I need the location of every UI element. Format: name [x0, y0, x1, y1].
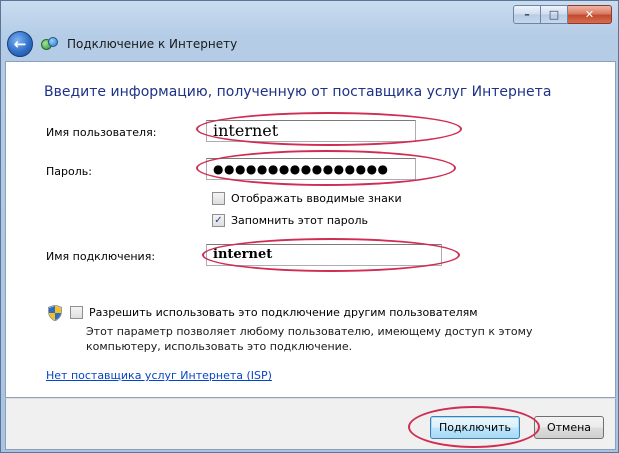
allow-others-label: Разрешить использовать это подключение д…	[89, 306, 478, 319]
navigation-bar: ← Подключение к Интернету	[5, 29, 616, 59]
network-globe-icon	[41, 36, 59, 52]
allow-others-note: Этот параметр позволяет любому пользоват…	[86, 325, 533, 353]
show-characters-row: Отображать вводимые знаки	[212, 192, 402, 205]
cancel-button[interactable]: Отмена	[534, 416, 604, 439]
allow-others-checkbox[interactable]	[70, 306, 83, 319]
minimize-button[interactable]: –	[513, 5, 541, 24]
connect-button[interactable]: Подключить	[430, 416, 520, 439]
connection-name-label: Имя подключения:	[46, 250, 156, 263]
password-input[interactable]: ●●●●●●●●●●●●●●●●	[206, 158, 416, 180]
remember-password-label: Запомнить этот пароль	[231, 214, 368, 227]
uac-shield-icon	[47, 304, 63, 322]
username-label: Имя пользователя:	[46, 126, 157, 139]
maximize-button[interactable]: □	[541, 5, 568, 24]
password-label: Пароль:	[46, 165, 92, 178]
remember-password-checkbox[interactable]: ✓	[212, 214, 225, 227]
username-input[interactable]: internet	[206, 120, 416, 142]
remember-password-row: ✓ Запомнить этот пароль	[212, 214, 368, 227]
page-heading: Введите информацию, полученную от постав…	[44, 84, 552, 100]
wizard-footer: Подключить Отмена	[5, 398, 616, 450]
no-isp-link[interactable]: Нет поставщика услуг Интернета (ISP)	[46, 369, 272, 382]
wizard-content: Введите информацию, полученную от постав…	[5, 61, 616, 398]
window-title: Подключение к Интернету	[67, 37, 238, 51]
show-characters-label: Отображать вводимые знаки	[231, 192, 402, 205]
allow-others-row: Разрешить использовать это подключение д…	[70, 306, 478, 319]
back-arrow-icon[interactable]: ←	[7, 31, 33, 57]
show-characters-checkbox[interactable]	[212, 192, 225, 205]
connection-name-input[interactable]: internet	[206, 244, 442, 266]
window-frame: – □ ✕ ← Подключение к Интернету Введите …	[0, 0, 619, 453]
close-button[interactable]: ✕	[568, 5, 612, 24]
caption-buttons: – □ ✕	[513, 5, 612, 24]
